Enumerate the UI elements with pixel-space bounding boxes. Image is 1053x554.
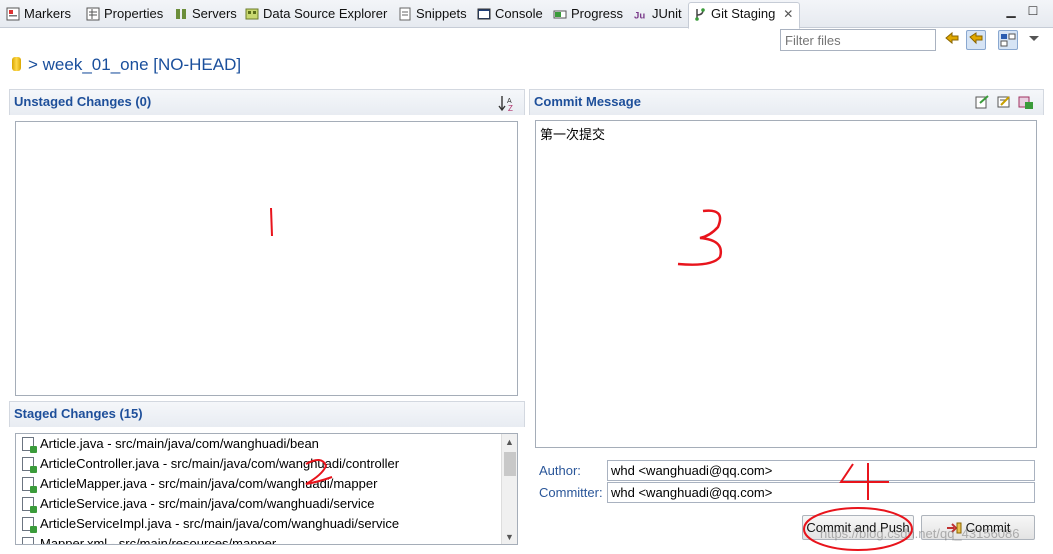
link-selection-icon[interactable] [966, 30, 986, 50]
tab-data-source-explorer[interactable]: Data Source Explorer [241, 3, 387, 26]
java-file-icon [22, 457, 37, 473]
list-item[interactable]: ArticleService.java - src/main/java/com/… [22, 494, 375, 514]
unstaged-header: Unstaged Changes (0) A Z [9, 89, 525, 115]
committer-label: Committer: [539, 485, 603, 500]
tab-label: Data Source Explorer [263, 6, 388, 21]
java-file-icon [22, 497, 37, 513]
maximize-button[interactable]: ☐ [1026, 5, 1040, 19]
tab-servers[interactable]: Servers [170, 3, 237, 26]
view-menu-icon[interactable] [1026, 30, 1042, 50]
java-file-icon [22, 437, 37, 453]
tab-label: JUnit [652, 6, 682, 21]
commit-message-title: Commit Message [534, 94, 641, 109]
close-icon[interactable]: ✕ [783, 3, 793, 25]
layout-toggle-icon[interactable] [998, 30, 1018, 50]
list-item[interactable]: Article.java - src/main/java/com/wanghua… [22, 434, 319, 454]
markers-icon [6, 7, 20, 21]
git-staging-icon [695, 8, 705, 21]
amend-icon[interactable] [974, 94, 990, 110]
commit-message-text: 第一次提交 [540, 127, 606, 142]
data-source-icon [245, 8, 259, 20]
tab-snippets[interactable]: Snippets [394, 3, 467, 26]
tab-git-staging[interactable]: Git Staging ✕ [688, 2, 801, 29]
unstaged-list[interactable] [15, 121, 518, 396]
tab-label: Markers [24, 6, 71, 21]
view-tab-bar: Markers Properties Servers Data Source E… [0, 0, 1053, 29]
refresh-icon[interactable] [942, 30, 962, 50]
list-item[interactable]: ArticleMapper.java - src/main/java/com/w… [22, 474, 377, 494]
tab-label: Properties [104, 6, 164, 21]
unstaged-title: Unstaged Changes (0) [14, 94, 152, 109]
sort-az-icon[interactable]: A Z [498, 94, 516, 112]
tab-label: Git Staging [711, 6, 776, 21]
tab-label: Servers [192, 6, 237, 21]
staged-scrollbar[interactable]: ▲ ▼ [501, 434, 517, 544]
properties-icon [86, 7, 100, 21]
staged-header: Staged Changes (15) [9, 401, 525, 427]
author-field[interactable]: whd <wanghuadi@qq.com> [607, 460, 1035, 481]
tab-console[interactable]: Console [473, 3, 543, 26]
staged-title: Staged Changes (15) [14, 406, 143, 421]
tab-junit[interactable]: Ju JUnit [630, 3, 682, 26]
junit-icon: Ju [634, 10, 645, 21]
tab-label: Console [495, 6, 543, 21]
staged-list[interactable]: Article.java - src/main/java/com/wanghua… [15, 433, 518, 545]
tab-progress[interactable]: Progress [549, 3, 623, 26]
console-icon [477, 8, 491, 20]
list-item[interactable]: ArticleController.java - src/main/java/c… [22, 454, 399, 474]
repository-title: > week_01_one [NO-HEAD] [12, 55, 241, 75]
snippets-icon [399, 7, 411, 21]
java-file-icon [22, 517, 37, 533]
commit-message-input[interactable]: 第一次提交 [535, 120, 1037, 448]
progress-icon [553, 10, 567, 19]
scrollbar-thumb[interactable] [504, 452, 516, 476]
servers-icon [176, 9, 186, 19]
commit-message-header: Commit Message [529, 89, 1044, 115]
tab-label: Snippets [416, 6, 467, 21]
list-item[interactable]: Mapper.xml - src/main/resources/mapper [22, 534, 276, 544]
repository-icon [12, 57, 21, 71]
committer-field[interactable]: whd <wanghuadi@qq.com> [607, 482, 1035, 503]
change-id-icon[interactable] [1018, 94, 1034, 110]
watermark: https://blog.csdn.net/qq_43156086 [820, 526, 1020, 541]
author-label: Author: [539, 463, 581, 478]
tab-label: Progress [571, 6, 624, 21]
tab-markers[interactable]: Markers [2, 3, 71, 26]
scroll-down-icon[interactable]: ▼ [505, 532, 514, 542]
filter-files-input[interactable] [780, 29, 936, 51]
svg-text:Ju: Ju [634, 10, 645, 21]
svg-text:Z: Z [508, 104, 513, 112]
xml-file-icon [22, 537, 34, 544]
signed-off-icon[interactable] [996, 94, 1012, 110]
java-file-icon [22, 477, 37, 493]
scroll-up-icon[interactable]: ▲ [505, 437, 514, 447]
list-item[interactable]: ArticleServiceImpl.java - src/main/java/… [22, 514, 399, 534]
minimize-button[interactable]: ▁ [1004, 5, 1018, 19]
tab-properties[interactable]: Properties [82, 3, 163, 26]
